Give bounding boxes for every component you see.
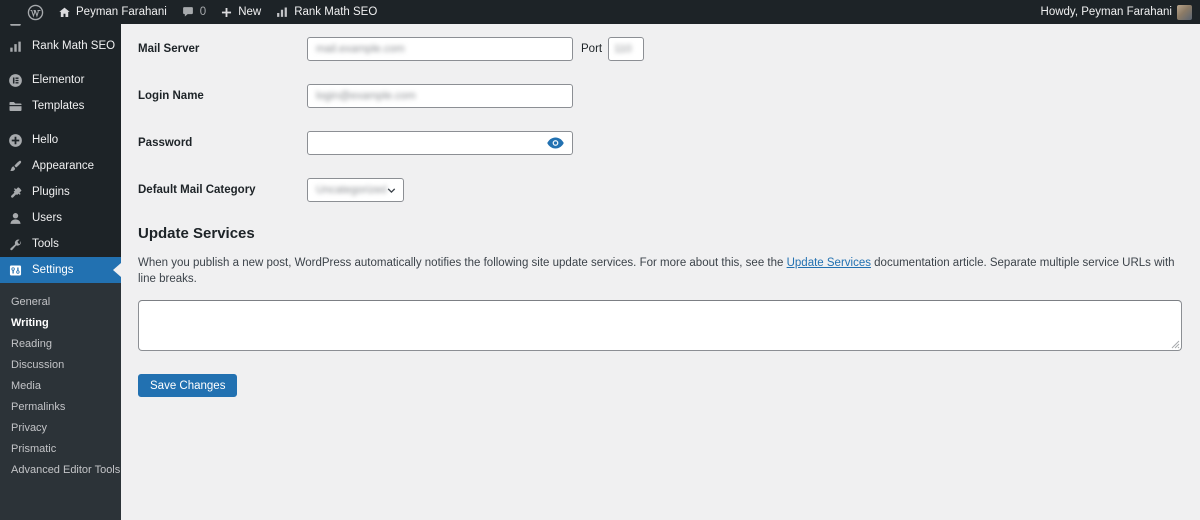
submenu-item-advanced-editor-tools[interactable]: Advanced Editor Tools bbox=[0, 459, 121, 480]
sidebar-item-appearance[interactable]: Appearance bbox=[0, 153, 121, 179]
howdy-account-menu[interactable]: Howdy, Peyman Farahani bbox=[1034, 0, 1200, 24]
sidebar-item-label: Users bbox=[32, 212, 63, 224]
admin-sidebar: Tutorials Rank Math SEO Elementor Templa… bbox=[0, 0, 121, 520]
sidebar-item-label: Elementor bbox=[32, 74, 85, 86]
folder-icon bbox=[8, 99, 23, 114]
mail-server-row: Mail Server mail.example.com Port 110 bbox=[138, 37, 1182, 61]
wordpress-logo-menu[interactable] bbox=[20, 0, 51, 24]
submenu-item-reading[interactable]: Reading bbox=[0, 333, 121, 354]
howdy-label: Howdy, Peyman Farahani bbox=[1040, 6, 1172, 18]
sidebar-item-label: Appearance bbox=[32, 160, 95, 172]
home-icon bbox=[59, 7, 70, 17]
default-mail-category-label: Default Mail Category bbox=[138, 184, 256, 196]
update-services-textarea-wrap bbox=[138, 300, 1182, 352]
rank-math-label: Rank Math SEO bbox=[294, 6, 378, 18]
settings-icon bbox=[8, 263, 23, 278]
sidebar-item-tools[interactable]: Tools bbox=[0, 231, 121, 257]
menu-separator bbox=[0, 119, 121, 127]
chevron-down-icon bbox=[387, 187, 396, 193]
comments-count: 0 bbox=[199, 6, 207, 18]
login-name-label: Login Name bbox=[138, 90, 204, 102]
new-label: New bbox=[238, 6, 262, 18]
admin-bar: Peyman Farahani 0 New Rank Math SEO Howd… bbox=[0, 0, 1200, 24]
wrench-icon bbox=[8, 237, 23, 252]
chart-icon bbox=[8, 39, 23, 54]
login-name-row: Login Name login@example.com bbox=[138, 84, 1182, 108]
update-services-description: When you publish a new post, WordPress a… bbox=[138, 256, 1182, 287]
sidebar-item-label: Tools bbox=[32, 238, 59, 250]
submenu-item-privacy[interactable]: Privacy bbox=[0, 417, 121, 438]
sidebar-item-hello[interactable]: Hello bbox=[0, 127, 121, 153]
site-name: Peyman Farahani bbox=[76, 6, 167, 18]
sidebar-item-users[interactable]: Users bbox=[0, 205, 121, 231]
sidebar-item-label: Templates bbox=[32, 100, 85, 112]
update-services-textarea[interactable] bbox=[138, 300, 1182, 352]
eye-icon bbox=[547, 137, 564, 149]
description-text-before: When you publish a new post, WordPress a… bbox=[138, 257, 787, 269]
comment-bubble-icon bbox=[182, 7, 193, 17]
avatar bbox=[1177, 4, 1192, 20]
user-icon bbox=[8, 211, 23, 226]
sidebar-item-label: Plugins bbox=[32, 186, 70, 198]
resize-grip[interactable] bbox=[1171, 340, 1180, 349]
submenu-item-media[interactable]: Media bbox=[0, 375, 121, 396]
menu-separator bbox=[0, 59, 121, 67]
settings-writing-page: Mail Server mail.example.com Port 110 Lo… bbox=[121, 24, 1200, 487]
password-input[interactable] bbox=[307, 131, 573, 155]
default-mail-category-select[interactable]: Uncategorized bbox=[307, 178, 404, 202]
update-services-link[interactable]: Update Services bbox=[787, 257, 871, 269]
rank-math-menu[interactable]: Rank Math SEO bbox=[268, 0, 384, 24]
settings-submenu: General Writing Reading Discussion Media… bbox=[0, 283, 121, 520]
plug-icon bbox=[8, 185, 23, 200]
sidebar-item-templates[interactable]: Templates bbox=[0, 93, 121, 119]
sidebar-item-label: Hello bbox=[32, 134, 59, 146]
sidebar-item-rank-math[interactable]: Rank Math SEO bbox=[0, 33, 121, 59]
update-services-heading: Update Services bbox=[138, 225, 255, 242]
submenu-item-general[interactable]: General bbox=[0, 291, 121, 312]
mail-server-value-redacted: mail.example.com bbox=[316, 43, 405, 55]
mail-server-input[interactable]: mail.example.com bbox=[307, 37, 573, 61]
chart-icon bbox=[277, 7, 288, 17]
new-content-menu[interactable]: New bbox=[213, 0, 268, 24]
sidebar-item-label: Settings bbox=[32, 264, 74, 276]
port-input[interactable]: 110 bbox=[608, 37, 645, 61]
plus-circle-icon bbox=[8, 133, 23, 148]
default-mail-category-value-redacted: Uncategorized bbox=[316, 184, 387, 196]
port-label: Port bbox=[581, 43, 603, 55]
sidebar-item-settings[interactable]: Settings bbox=[0, 257, 121, 283]
password-row: Password bbox=[138, 131, 1182, 155]
sidebar-item-elementor[interactable]: Elementor bbox=[0, 67, 121, 93]
sidebar-item-plugins[interactable]: Plugins bbox=[0, 179, 121, 205]
site-menu[interactable]: Peyman Farahani bbox=[51, 0, 174, 24]
default-mail-category-row: Default Mail Category Uncategorized bbox=[138, 178, 1182, 202]
port-value-redacted: 110 bbox=[614, 43, 632, 55]
mail-server-label: Mail Server bbox=[138, 43, 200, 55]
login-name-value-redacted: login@example.com bbox=[316, 90, 416, 102]
submenu-item-prismatic[interactable]: Prismatic bbox=[0, 438, 121, 459]
elementor-icon bbox=[8, 73, 23, 88]
submenu-item-discussion[interactable]: Discussion bbox=[0, 354, 121, 375]
save-changes-button[interactable]: Save Changes bbox=[138, 374, 238, 398]
password-label: Password bbox=[138, 137, 193, 149]
show-password-button[interactable] bbox=[547, 137, 564, 149]
submenu-item-writing[interactable]: Writing bbox=[0, 312, 121, 333]
wordpress-logo-icon bbox=[27, 4, 44, 20]
sidebar-item-label: Rank Math SEO bbox=[32, 40, 116, 52]
comments-menu[interactable]: 0 bbox=[174, 0, 213, 24]
login-name-input[interactable]: login@example.com bbox=[307, 84, 573, 108]
brush-icon bbox=[8, 159, 23, 174]
submenu-item-permalinks[interactable]: Permalinks bbox=[0, 396, 121, 417]
plus-icon bbox=[222, 7, 232, 17]
